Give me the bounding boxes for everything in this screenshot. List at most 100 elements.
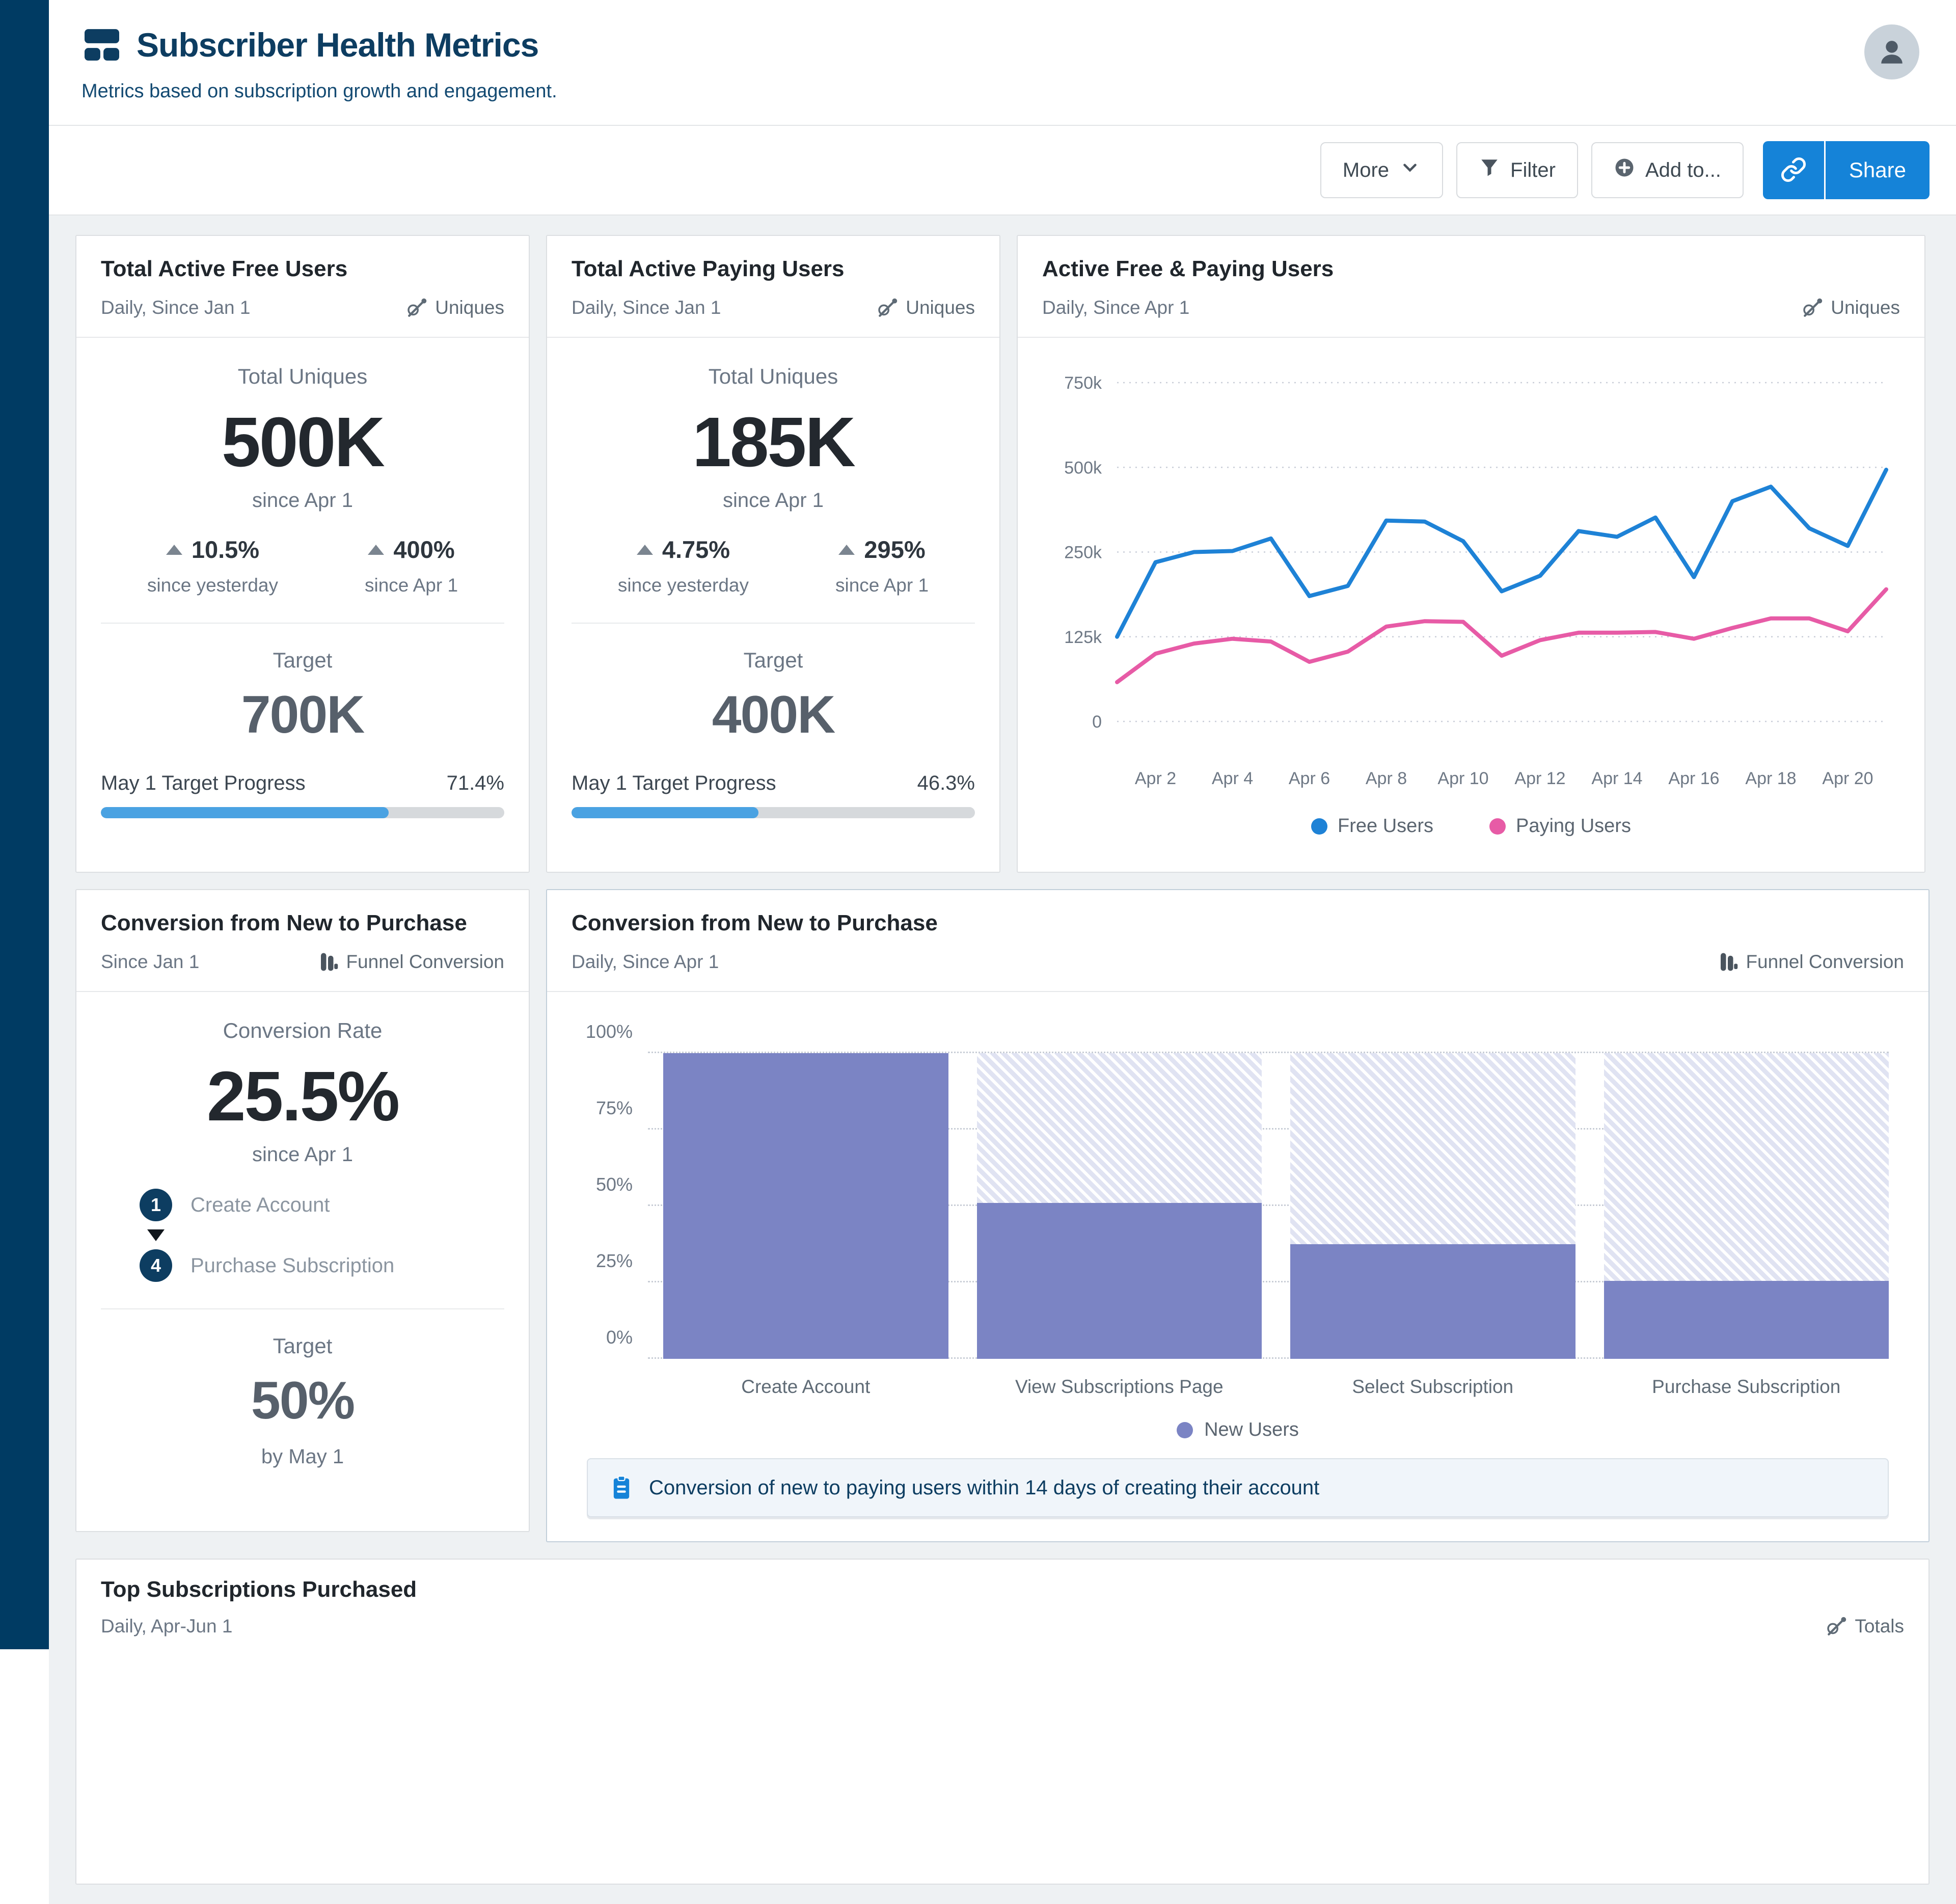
step-number-badge: 1 xyxy=(140,1189,172,1221)
target-value: 50% xyxy=(251,1371,355,1430)
link-icon xyxy=(1780,156,1807,184)
funnel-category-label: Create Account xyxy=(741,1376,871,1397)
svg-text:500k: 500k xyxy=(1064,458,1102,477)
share-button[interactable]: Share xyxy=(1825,141,1930,199)
card-title: Total Active Paying Users xyxy=(572,256,845,281)
share-label: Share xyxy=(1849,158,1906,182)
mode-label: Funnel Conversion xyxy=(346,951,504,972)
card-period: Daily, Since Jan 1 xyxy=(101,297,251,318)
metric-since: since Apr 1 xyxy=(252,1143,353,1166)
arrow-up-icon xyxy=(166,544,182,555)
note-text: Conversion of new to paying users within… xyxy=(649,1476,1320,1499)
page-header: Subscriber Health Metrics Metrics based … xyxy=(49,0,1956,126)
card-conversion-funnel-chart[interactable]: Conversion from New to Purchase Daily, S… xyxy=(546,889,1930,1542)
legend-item-paying-users[interactable]: Paying Users xyxy=(1489,815,1631,837)
mode-label: Totals xyxy=(1855,1616,1904,1637)
more-button[interactable]: More xyxy=(1320,142,1444,198)
card-title: Conversion from New to Purchase xyxy=(101,910,467,935)
svg-text:250k: 250k xyxy=(1064,543,1102,562)
chart-mode-totals[interactable]: Totals xyxy=(1826,1616,1904,1637)
funnel-bar[interactable] xyxy=(976,1053,1262,1359)
totals-chart-icon xyxy=(1827,1617,1846,1635)
svg-text:Apr 14: Apr 14 xyxy=(1591,769,1642,788)
card-period: Daily, Since Apr 1 xyxy=(572,951,719,972)
card-period: Daily, Apr-Jun 1 xyxy=(101,1616,233,1637)
page-title: Subscriber Health Metrics xyxy=(137,26,539,64)
arrow-up-icon xyxy=(636,544,653,555)
chart-mode-uniques[interactable]: Uniques xyxy=(877,297,975,318)
copy-link-button[interactable] xyxy=(1762,141,1824,199)
delta-since-yesterday: 10.5% since yesterday xyxy=(147,536,278,596)
filter-funnel-icon xyxy=(1479,157,1500,183)
funnel-bar-chart: 0% 25% 50% 75% 100% xyxy=(586,1021,1889,1359)
target-label: Target xyxy=(273,648,333,672)
funnel-legend[interactable]: New Users xyxy=(572,1419,1904,1441)
row-1: Total Active Free Users Daily, Since Jan… xyxy=(75,235,1930,873)
legend-dot-new-users xyxy=(1177,1422,1193,1438)
row-3: Top Subscriptions Purchased Daily, Apr-J… xyxy=(75,1559,1930,1885)
clipboard-icon xyxy=(613,1476,630,1499)
uniques-chart-icon xyxy=(408,298,427,317)
arrow-up-icon xyxy=(368,544,385,555)
funnel-bar[interactable] xyxy=(663,1053,948,1359)
card-total-active-free-users[interactable]: Total Active Free Users Daily, Since Jan… xyxy=(75,235,530,873)
funnel-conversion-icon xyxy=(1721,953,1738,971)
user-avatar[interactable] xyxy=(1864,24,1919,79)
svg-text:Apr 8: Apr 8 xyxy=(1366,769,1407,788)
card-period: Since Jan 1 xyxy=(101,951,200,972)
divider xyxy=(101,623,504,624)
divider xyxy=(101,1308,504,1309)
plus-circle-icon xyxy=(1614,157,1635,183)
svg-text:Apr 18: Apr 18 xyxy=(1745,769,1796,788)
funnel-category-label: Select Subscription xyxy=(1352,1376,1514,1397)
legend-dot-free xyxy=(1311,818,1328,835)
card-total-active-paying-users[interactable]: Total Active Paying Users Daily, Since J… xyxy=(546,235,1000,873)
progress-fill xyxy=(572,807,758,818)
line-chart-legend: Free Users Paying Users xyxy=(1038,815,1904,837)
card-active-free-paying-users[interactable]: Active Free & Paying Users Daily, Since … xyxy=(1017,235,1925,873)
card-title: Top Subscriptions Purchased xyxy=(101,1577,417,1602)
metric-value: 25.5% xyxy=(206,1057,400,1136)
funnel-x-labels: Create Account View Subscriptions Page Sel… xyxy=(663,1376,1889,1398)
filter-label: Filter xyxy=(1510,158,1556,181)
add-to-button[interactable]: Add to... xyxy=(1591,142,1744,198)
funnel-step-2: 4 Purchase Subscription xyxy=(140,1249,466,1282)
person-icon xyxy=(1881,41,1903,64)
filter-button[interactable]: Filter xyxy=(1456,142,1578,198)
mode-label: Uniques xyxy=(906,297,975,318)
step-number-badge: 4 xyxy=(140,1249,172,1282)
card-title: Active Free & Paying Users xyxy=(1042,256,1334,281)
metric-value: 185K xyxy=(692,403,856,481)
svg-text:Apr 2: Apr 2 xyxy=(1135,769,1176,788)
chart-mode-uniques[interactable]: Uniques xyxy=(406,297,504,318)
chart-mode-funnel[interactable]: Funnel Conversion xyxy=(1717,951,1904,973)
progress-label: May 1 Target Progress xyxy=(572,772,776,794)
funnel-bar[interactable] xyxy=(1604,1053,1889,1359)
funnel-conversion-icon xyxy=(321,953,338,971)
funnel-bar[interactable] xyxy=(1290,1053,1575,1359)
target-caption: by May 1 xyxy=(261,1445,344,1468)
legend-item-free-users[interactable]: Free Users xyxy=(1311,815,1433,837)
card-title: Total Active Free Users xyxy=(101,256,348,281)
card-top-subscriptions[interactable]: Top Subscriptions Purchased Daily, Apr-J… xyxy=(75,1559,1930,1885)
svg-text:750k: 750k xyxy=(1064,373,1102,393)
chart-mode-funnel[interactable]: Funnel Conversion xyxy=(317,951,504,973)
metric-value: 500K xyxy=(222,403,385,481)
chart-mode-uniques[interactable]: Uniques xyxy=(1802,297,1900,318)
svg-text:125k: 125k xyxy=(1064,628,1102,647)
svg-text:0: 0 xyxy=(1092,712,1102,732)
funnel-step-1: 1 Create Account xyxy=(140,1189,466,1221)
divider xyxy=(572,623,975,624)
card-conversion-summary[interactable]: Conversion from New to Purchase Since Ja… xyxy=(75,889,530,1532)
line-chart: 0 125k 250k 500k 750k Apr 2 Apr 4 Apr 6 Apr 8 Apr… xyxy=(1038,352,1904,813)
main-area: Subscriber Health Metrics Metrics based … xyxy=(49,0,1956,1904)
svg-text:Apr 6: Apr 6 xyxy=(1289,769,1330,788)
funnel-category-label: View Subscriptions Page xyxy=(1015,1376,1224,1397)
funnel-steps: 1 Create Account 4 Purchase Subscription xyxy=(140,1189,466,1282)
progress-track xyxy=(572,807,975,818)
target-value: 700K xyxy=(241,685,365,744)
delta-since-apr1: 400% since Apr 1 xyxy=(365,536,458,596)
app-sidebar xyxy=(0,0,49,1649)
svg-text:Apr 10: Apr 10 xyxy=(1437,769,1488,788)
arrow-up-icon xyxy=(838,544,855,555)
